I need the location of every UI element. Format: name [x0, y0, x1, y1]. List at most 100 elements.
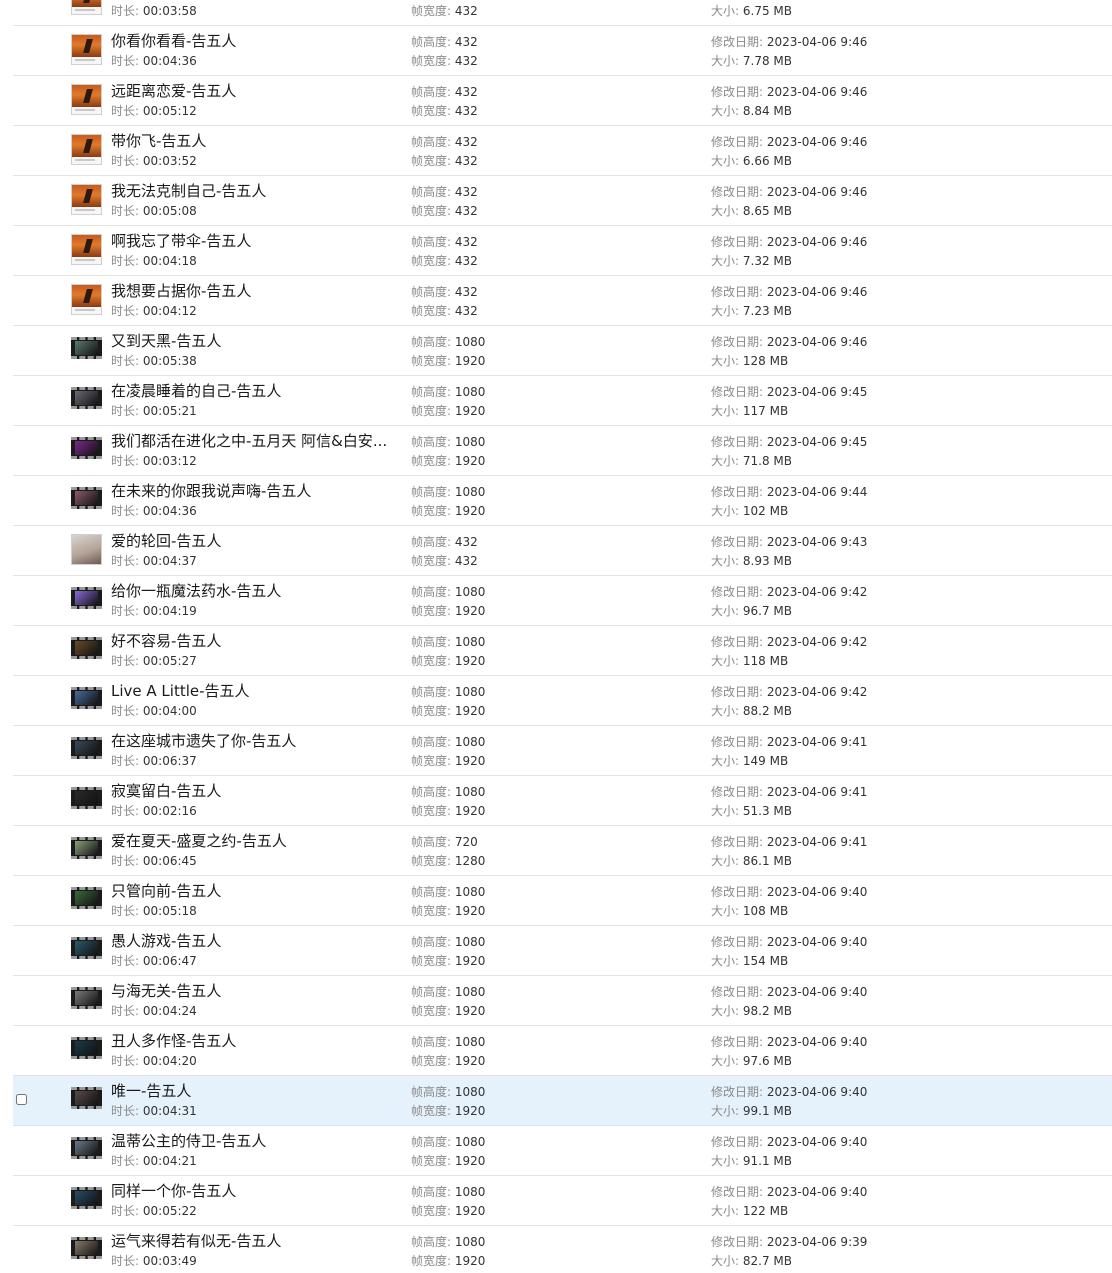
file-name[interactable]: 唯一-告五人 [111, 1082, 396, 1100]
file-name[interactable]: 我无法克制自己-告五人 [111, 182, 396, 200]
frame-height-label: 帧高度: [411, 535, 452, 549]
album-art-thumbnail [71, 234, 102, 265]
size-field: 大小: 6.66 MB [711, 154, 792, 169]
duration-value: 00:02:16 [142, 804, 197, 818]
size-label: 大小: [711, 754, 740, 768]
file-row[interactable]: 与海无关-告五人 时长: 00:04:24 帧高度: 1080 帧宽度: 1920 修改… [13, 976, 1112, 1026]
file-name[interactable]: 温蒂公主的侍卫-告五人 [111, 1132, 396, 1150]
file-row[interactable]: 在这座城市遗失了你-告五人 时长: 00:06:37 帧高度: 1080 帧宽度: 1… [13, 726, 1112, 776]
duration-field: 时长: 00:04:36 [111, 504, 197, 519]
frame-width-label: 帧宽度: [411, 604, 452, 618]
file-name[interactable]: 带你飞-告五人 [111, 132, 396, 150]
frame-width-field: 帧宽度: 1920 [411, 1254, 485, 1269]
size-field: 大小: 88.2 MB [711, 704, 792, 719]
file-name[interactable]: 在未来的你跟我说声嗨-告五人 [111, 482, 396, 500]
file-name[interactable]: 运气来得若有似无-告五人 [111, 1232, 396, 1250]
file-name[interactable]: 同样一个你-告五人 [111, 1182, 396, 1200]
file-name[interactable]: 啊我忘了带伞-告五人 [111, 232, 396, 250]
modified-date-value: 2023-04-06 9:40 [766, 1135, 868, 1149]
frame-width-label: 帧宽度: [411, 254, 452, 268]
modified-date-label: 修改日期: [711, 285, 764, 299]
file-row[interactable]: 愚人游戏-告五人 时长: 00:06:47 帧高度: 1080 帧宽度: 1920 修改… [13, 926, 1112, 976]
size-value: 122 MB [742, 1204, 789, 1218]
file-name[interactable]: 在这座城市遗失了你-告五人 [111, 732, 396, 750]
file-name[interactable]: 愚人游戏-告五人 [111, 932, 396, 950]
modified-date-value: 2023-04-06 9:40 [766, 885, 868, 899]
size-label: 大小: [711, 304, 740, 318]
file-name[interactable]: 寂寞留白-告五人 [111, 782, 396, 800]
frame-height-label: 帧高度: [411, 385, 452, 399]
file-row[interactable]: 给你一瓶魔法药水-告五人 时长: 00:04:19 帧高度: 1080 帧宽度: 19… [13, 576, 1112, 626]
thumbnail-caption-line [75, 159, 95, 161]
file-name[interactable]: 与海无关-告五人 [111, 982, 396, 1000]
file-row[interactable]: 爱在夏天-盛夏之约-告五人 时长: 00:06:45 帧高度: 720 帧宽度: 12… [13, 826, 1112, 876]
file-name[interactable]: 爱的轮回-告五人 [111, 532, 396, 550]
modified-date-value: 2023-04-06 9:40 [766, 1185, 868, 1199]
file-name[interactable]: 只管向前-告五人 [111, 882, 396, 900]
album-art-thumbnail [71, 84, 102, 115]
frame-height-label: 帧高度: [411, 135, 452, 149]
file-name[interactable]: 远距离恋爱-告五人 [111, 82, 396, 100]
duration-field: 时长: 00:06:45 [111, 854, 197, 869]
size-field: 大小: 118 MB [711, 654, 788, 669]
file-row[interactable]: 只管向前-告五人 时长: 00:05:18 帧高度: 1080 帧宽度: 1920 修改… [13, 876, 1112, 926]
file-name[interactable]: 我想要占据你-告五人 [111, 282, 396, 300]
size-field: 大小: 97.6 MB [711, 1054, 792, 1069]
file-name[interactable]: 爱在夏天-盛夏之约-告五人 [111, 832, 396, 850]
file-row[interactable]: Live A Little-告五人 时长: 00:04:00 帧高度: 1080 帧宽… [13, 676, 1112, 726]
file-row[interactable]: 运气来得若有似无-告五人 时长: 00:03:49 帧高度: 1080 帧宽度: 19… [13, 1226, 1112, 1273]
modified-date-label: 修改日期: [711, 685, 764, 699]
file-row[interactable]: 我无法克制自己-告五人 时长: 00:05:08 帧高度: 432 帧宽度: 432 修… [13, 176, 1112, 226]
file-row[interactable]: 我们都活在进化之中-五月天 阿信&白安... 时长: 00:03:12 帧高度: 1… [13, 426, 1112, 476]
file-name[interactable]: 好不容易-告五人 [111, 632, 396, 650]
file-row[interactable]: 爱的轮回-告五人 时长: 00:04:37 帧高度: 432 帧宽度: 432 修改日期… [13, 526, 1112, 576]
file-row[interactable]: 唯一-告五人 时长: 00:04:31 帧高度: 1080 帧宽度: 1920 修改日期… [13, 1076, 1112, 1126]
duration-value: 00:05:21 [142, 404, 197, 418]
frame-width-value: 432 [454, 554, 478, 568]
frame-width-value: 432 [454, 4, 478, 18]
file-name[interactable]: 又到天黑-告五人 [111, 332, 396, 350]
file-name[interactable]: 你看你看看-告五人 [111, 32, 396, 50]
file-row[interactable]: 在未来的你跟我说声嗨-告五人 时长: 00:04:36 帧高度: 1080 帧宽度: … [13, 476, 1112, 526]
frame-width-field: 帧宽度: 432 [411, 204, 478, 219]
modified-date-field: 修改日期: 2023-04-06 9:42 [711, 685, 867, 700]
file-row[interactable]: 好不容易-告五人 时长: 00:05:27 帧高度: 1080 帧宽度: 1920 修改… [13, 626, 1112, 676]
frame-height-label: 帧高度: [411, 1135, 452, 1149]
row-select-checkbox[interactable] [16, 1094, 27, 1105]
file-row[interactable]: 你看你看看-告五人 时长: 00:04:36 帧高度: 432 帧宽度: 432 修改日… [13, 26, 1112, 76]
file-row[interactable]: 远距离恋爱-告五人 时长: 00:05:12 帧高度: 432 帧宽度: 432 修改日… [13, 76, 1112, 126]
size-label: 大小: [711, 554, 740, 568]
size-value: 51.3 MB [742, 804, 792, 818]
modified-date-value: 2023-04-06 9:46 [766, 235, 868, 249]
frame-height-label: 帧高度: [411, 1185, 452, 1199]
modified-date-value: 2023-04-06 9:40 [766, 1085, 868, 1099]
video-filmstrip-icon [71, 1137, 102, 1159]
frame-width-field: 帧宽度: 1920 [411, 1054, 485, 1069]
file-name[interactable]: Live A Little-告五人 [111, 682, 396, 700]
video-frame-preview [75, 491, 98, 505]
file-row[interactable]: 温蒂公主的侍卫-告五人 时长: 00:04:21 帧高度: 1080 帧宽度: 192… [13, 1126, 1112, 1176]
file-name[interactable]: 给你一瓶魔法药水-告五人 [111, 582, 396, 600]
duration-value: 00:04:12 [142, 304, 197, 318]
modified-date-label: 修改日期: [711, 385, 764, 399]
file-row[interactable]: 丑人多作怪-告五人 时长: 00:04:20 帧高度: 1080 帧宽度: 1920 修… [13, 1026, 1112, 1076]
duration-label: 时长: [111, 704, 140, 718]
file-name[interactable]: 我们都活在进化之中-五月天 阿信&白安... [111, 432, 396, 450]
file-row[interactable]: 时长: 00:03:58 帧宽度: 432 大小: 6.75 MB [13, 0, 1112, 26]
frame-width-label: 帧宽度: [411, 204, 452, 218]
frame-width-value: 432 [454, 204, 478, 218]
file-row[interactable]: 啊我忘了带伞-告五人 时长: 00:04:18 帧高度: 432 帧宽度: 432 修改… [13, 226, 1112, 276]
video-filmstrip-icon [71, 1087, 102, 1109]
file-row[interactable]: 我想要占据你-告五人 时长: 00:04:12 帧高度: 432 帧宽度: 432 修改… [13, 276, 1112, 326]
modified-date-field: 修改日期: 2023-04-06 9:40 [711, 935, 867, 950]
file-name[interactable]: 在凌晨睡着的自己-告五人 [111, 382, 396, 400]
file-row[interactable]: 寂寞留白-告五人 时长: 00:02:16 帧高度: 1080 帧宽度: 1920 修改… [13, 776, 1112, 826]
file-row[interactable]: 在凌晨睡着的自己-告五人 时长: 00:05:21 帧高度: 1080 帧宽度: 19… [13, 376, 1112, 426]
file-row[interactable]: 又到天黑-告五人 时长: 00:05:38 帧高度: 1080 帧宽度: 1920 修改… [13, 326, 1112, 376]
file-row[interactable]: 同样一个你-告五人 时长: 00:05:22 帧高度: 1080 帧宽度: 1920 修… [13, 1176, 1112, 1226]
duration-value: 00:04:20 [142, 1054, 197, 1068]
size-value: 86.1 MB [742, 854, 792, 868]
frame-height-value: 1080 [454, 635, 486, 649]
file-row[interactable]: 带你飞-告五人 时长: 00:03:52 帧高度: 432 帧宽度: 432 修改日期:… [13, 126, 1112, 176]
file-name[interactable]: 丑人多作怪-告五人 [111, 1032, 396, 1050]
